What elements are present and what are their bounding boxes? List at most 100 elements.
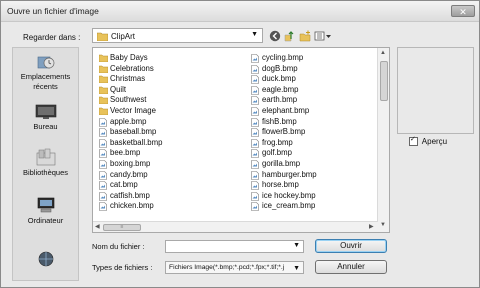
scroll-right-icon[interactable]: ▶ <box>369 223 374 230</box>
filename-input[interactable]: ▼ <box>165 240 304 253</box>
file-name: Quilt <box>110 84 127 94</box>
preview-label: Aperçu <box>421 137 448 146</box>
file-list-item[interactable]: cycling.bmp <box>251 53 317 64</box>
cancel-button[interactable]: Annuler <box>315 260 387 274</box>
file-name: Southwest <box>110 95 147 105</box>
file-list-item[interactable]: cat.bmp <box>99 180 162 191</box>
places-bar: Emplacements récents Bureau Bibliothèque… <box>12 47 79 281</box>
bitmap-file-icon <box>251 96 259 106</box>
bitmap-file-icon <box>99 191 107 201</box>
filetype-select[interactable]: Fichiers Image(*.bmp;*.pcd;*.fpx;*.tif;*… <box>165 261 304 274</box>
back-button[interactable] <box>269 30 281 42</box>
file-list-item[interactable]: chicken.bmp <box>99 201 162 212</box>
file-list-item[interactable]: Baby Days <box>99 53 162 64</box>
folder-icon <box>97 32 108 41</box>
file-list-item[interactable]: boxing.bmp <box>99 159 162 170</box>
scroll-up-icon[interactable]: ▲ <box>380 50 386 56</box>
preview-checkbox[interactable]: Aperçu <box>409 135 448 147</box>
place-recent[interactable]: Emplacements récents <box>13 54 78 92</box>
open-button[interactable]: Ouvrir <box>315 239 387 253</box>
file-list-item[interactable]: duck.bmp <box>251 74 317 85</box>
bitmap-file-icon <box>251 181 259 190</box>
file-list-item[interactable]: ice hockey.bmp <box>251 191 317 202</box>
file-name: Christmas <box>110 74 146 84</box>
place-label: Emplacements récents <box>20 72 71 91</box>
look-in-dropdown[interactable]: ClipArt ▼ <box>92 28 263 43</box>
file-list-item[interactable]: dogB.bmp <box>251 64 317 75</box>
file-list-item[interactable]: hamburger.bmp <box>251 170 317 181</box>
bitmap-file-icon <box>251 107 259 116</box>
file-list-item[interactable]: ice_cream.bmp <box>251 201 317 212</box>
file-name: Vector Image <box>110 105 156 115</box>
file-name: frog.bmp <box>262 137 293 147</box>
bitmap-file-icon <box>99 181 107 190</box>
file-name: boxing.bmp <box>110 158 151 168</box>
file-list-item[interactable]: bee.bmp <box>99 148 162 159</box>
file-list-item[interactable]: eagle.bmp <box>251 85 317 96</box>
file-list-item[interactable]: gorilla.bmp <box>251 159 317 170</box>
vertical-scrollbar[interactable]: ▲ ▼ <box>377 48 389 232</box>
file-name: bee.bmp <box>110 148 141 158</box>
close-icon: ✕ <box>459 7 467 17</box>
place-libraries[interactable]: Bibliothèques <box>13 148 78 178</box>
desktop-icon <box>35 104 56 119</box>
place-desktop[interactable]: Bureau <box>13 104 78 132</box>
bitmap-file-icon <box>251 138 259 148</box>
file-list-item[interactable]: fishB.bmp <box>251 117 317 128</box>
file-list-item[interactable]: apple.bmp <box>99 117 162 128</box>
close-button[interactable]: ✕ <box>451 5 475 17</box>
horizontal-scrollbar[interactable]: ◀ ≡ ▶ <box>93 221 378 232</box>
place-computer[interactable]: Ordinateur <box>13 196 78 226</box>
computer-icon <box>37 197 54 213</box>
bitmap-file-icon <box>251 75 259 84</box>
file-list-item[interactable]: earth.bmp <box>251 95 317 106</box>
recent-places-icon <box>37 56 54 69</box>
file-list-item[interactable]: Southwest <box>99 95 162 106</box>
file-list-item[interactable]: basketball.bmp <box>99 138 162 149</box>
file-list-item[interactable]: elephant.bmp <box>251 106 317 117</box>
new-folder-button[interactable] <box>299 30 311 42</box>
chevron-down-icon[interactable]: ▼ <box>293 242 300 249</box>
checkbox-icon[interactable] <box>409 135 418 147</box>
file-list-item[interactable]: baseball.bmp <box>99 127 162 138</box>
file-list-item[interactable]: flowerB.bmp <box>251 127 317 138</box>
up-folder-button[interactable] <box>284 30 296 42</box>
preview-pane <box>397 47 474 134</box>
file-list-item[interactable]: catfish.bmp <box>99 191 162 202</box>
bitmap-file-icon <box>99 160 107 169</box>
file-list-item[interactable]: golf.bmp <box>251 148 317 159</box>
bitmap-file-icon <box>251 64 259 74</box>
file-list-item[interactable]: Quilt <box>99 85 162 96</box>
file-list-item[interactable]: Christmas <box>99 74 162 85</box>
file-name: basketball.bmp <box>110 137 163 147</box>
file-list-item[interactable]: horse.bmp <box>251 180 317 191</box>
file-name: ice hockey.bmp <box>262 190 316 200</box>
place-network[interactable] <box>13 250 78 270</box>
file-name: flowerB.bmp <box>262 127 306 137</box>
vertical-scroll-thumb[interactable] <box>380 61 388 101</box>
file-list-item[interactable]: frog.bmp <box>251 138 317 149</box>
bitmap-file-icon <box>99 149 107 159</box>
file-name: apple.bmp <box>110 116 147 126</box>
folder-icon <box>99 97 108 105</box>
view-menu-button[interactable] <box>314 30 332 42</box>
filetype-label: Types de fichiers : <box>92 263 153 272</box>
scroll-down-icon[interactable]: ▼ <box>380 222 386 228</box>
network-icon <box>38 251 53 267</box>
filetype-value: Fichiers Image(*.bmp;*.pcd;*.fpx;*.tif;*… <box>169 264 285 271</box>
horizontal-scroll-thumb[interactable]: ≡ <box>103 224 141 231</box>
look-in-value: ClipArt <box>111 32 136 41</box>
file-list-item[interactable]: Celebrations <box>99 64 162 75</box>
bitmap-file-icon <box>251 170 259 180</box>
file-name: gorilla.bmp <box>262 158 301 168</box>
scroll-left-icon[interactable]: ◀ <box>95 223 100 230</box>
file-list[interactable]: Baby Days Celebrations Christmas Quilt South… <box>92 47 390 233</box>
folder-icon <box>99 86 108 94</box>
chevron-down-icon[interactable]: ▼ <box>293 263 300 273</box>
file-column-2: cycling.bmp dogB.bmp duck.bmp eagle.bmp eart… <box>251 53 317 212</box>
file-list-item[interactable]: candy.bmp <box>99 170 162 181</box>
libraries-icon <box>36 148 55 166</box>
file-list-item[interactable]: Vector Image <box>99 106 162 117</box>
bitmap-file-icon <box>251 160 259 169</box>
folder-icon <box>99 65 108 73</box>
